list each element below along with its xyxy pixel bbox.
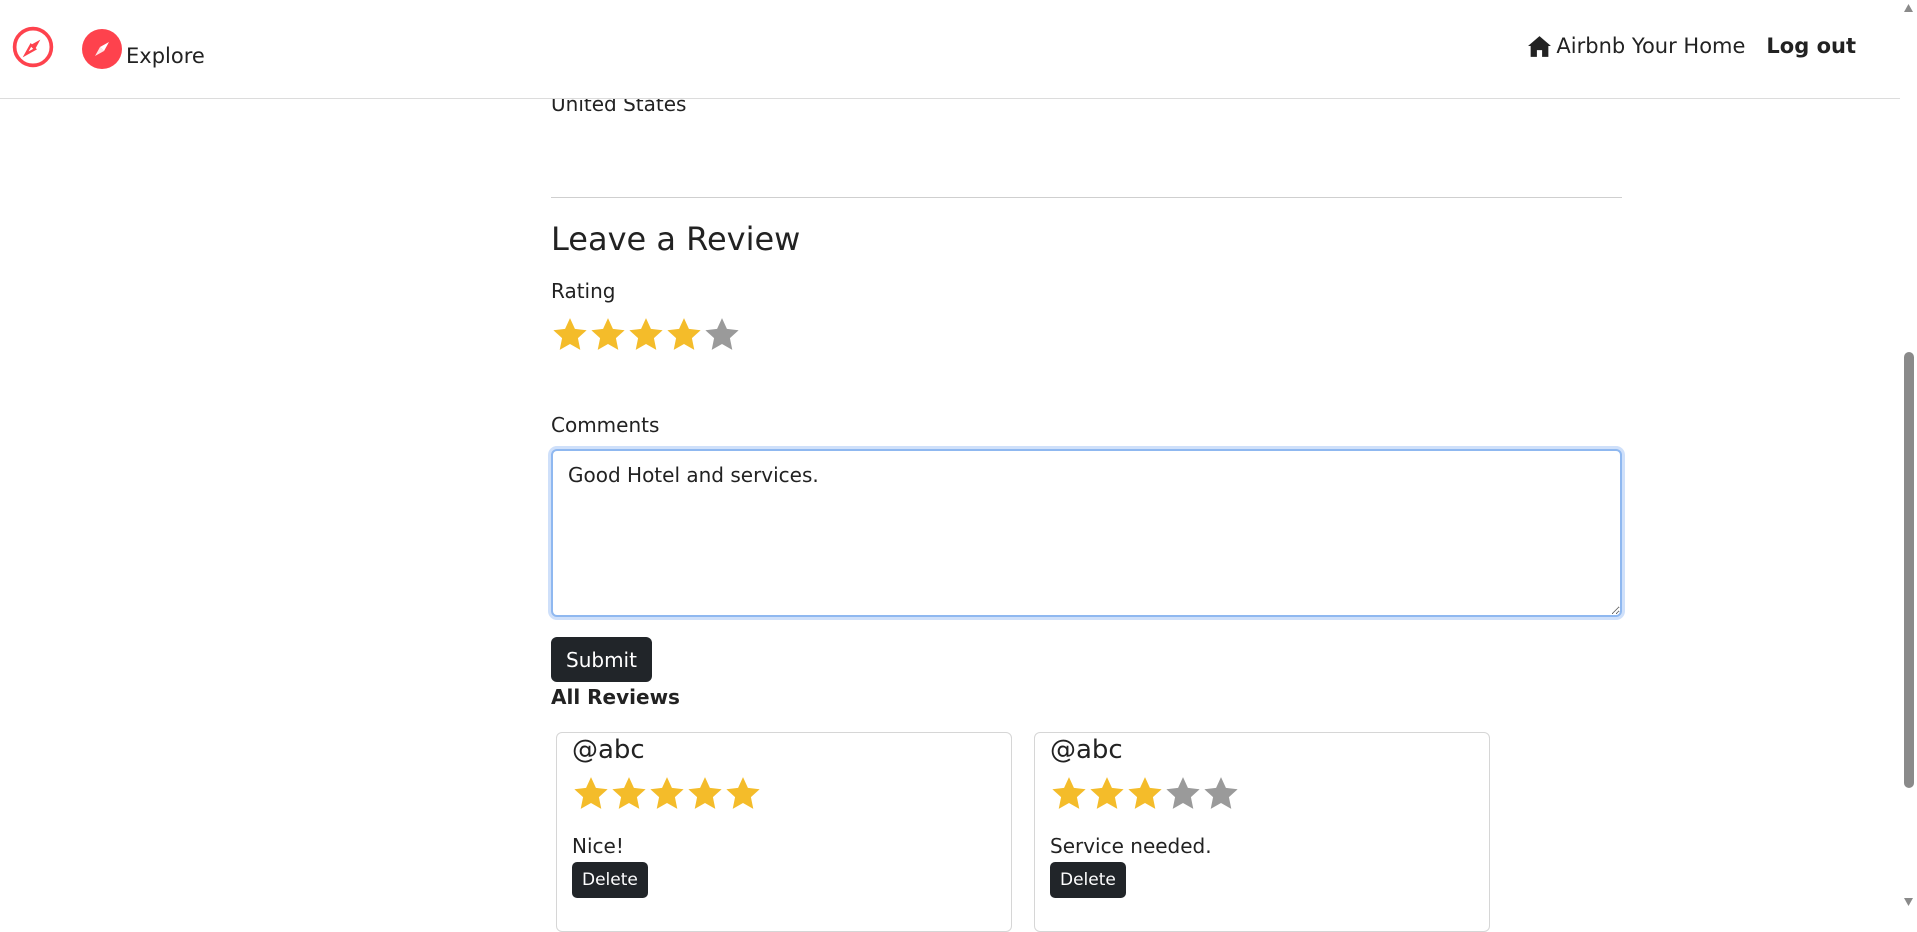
star-filled-icon [612,777,646,809]
star-filled-icon [574,777,608,809]
delete-review-button[interactable]: Delete [572,862,648,898]
nav-right: Airbnb Your Home Log out [1527,34,1856,58]
star-empty-icon [1204,777,1238,809]
navbar: Explore Airbnb Your Home Log out [0,0,1900,99]
star-filled-icon [688,777,722,809]
review-author: @abc [1050,735,1123,765]
rating-label: Rating [551,279,616,303]
star-filled-icon[interactable] [589,314,627,354]
submit-button[interactable]: Submit [551,637,652,682]
scroll-down-arrow-icon[interactable] [1903,897,1914,907]
comments-textarea[interactable] [551,449,1622,617]
star-filled-icon [1090,777,1124,809]
star-filled-icon[interactable] [665,314,703,354]
home-label: Airbnb Your Home [1556,34,1746,58]
star-filled-icon [650,777,684,809]
rating-input[interactable] [551,314,741,354]
scroll-up-arrow-icon[interactable] [1903,3,1914,13]
review-form-heading: Leave a Review [551,220,801,258]
compass-icon [82,29,122,69]
review-comment: Service needed. [1050,834,1212,858]
review-author: @abc [572,735,645,765]
airbnb-your-home-link[interactable]: Airbnb Your Home [1527,34,1745,58]
review-rating [572,773,762,813]
home-icon [1528,35,1552,57]
explore-label: Explore [126,44,205,68]
star-filled-icon [1128,777,1162,809]
logout-link[interactable]: Log out [1766,34,1856,58]
review-rating [1050,773,1240,813]
review-cards: @abc Nice! Delete @abc Service needed. Delete [556,732,1512,932]
star-filled-icon [1052,777,1086,809]
review-comment: Nice! [572,834,624,858]
comments-label: Comments [551,413,660,437]
scrollbar-thumb[interactable] [1904,352,1914,788]
star-empty-icon[interactable] [703,314,741,354]
star-filled-icon [726,777,760,809]
scrollbar[interactable] [1900,0,1917,910]
star-filled-icon[interactable] [627,314,665,354]
compass-icon[interactable] [12,26,54,68]
star-filled-icon[interactable] [551,314,589,354]
explore-link[interactable]: Explore [82,27,205,71]
divider [551,197,1622,198]
star-empty-icon [1166,777,1200,809]
all-reviews-heading: All Reviews [551,685,680,709]
review-card: @abc Service needed. Delete [1034,732,1490,932]
review-card: @abc Nice! Delete [556,732,1012,932]
delete-review-button[interactable]: Delete [1050,862,1126,898]
